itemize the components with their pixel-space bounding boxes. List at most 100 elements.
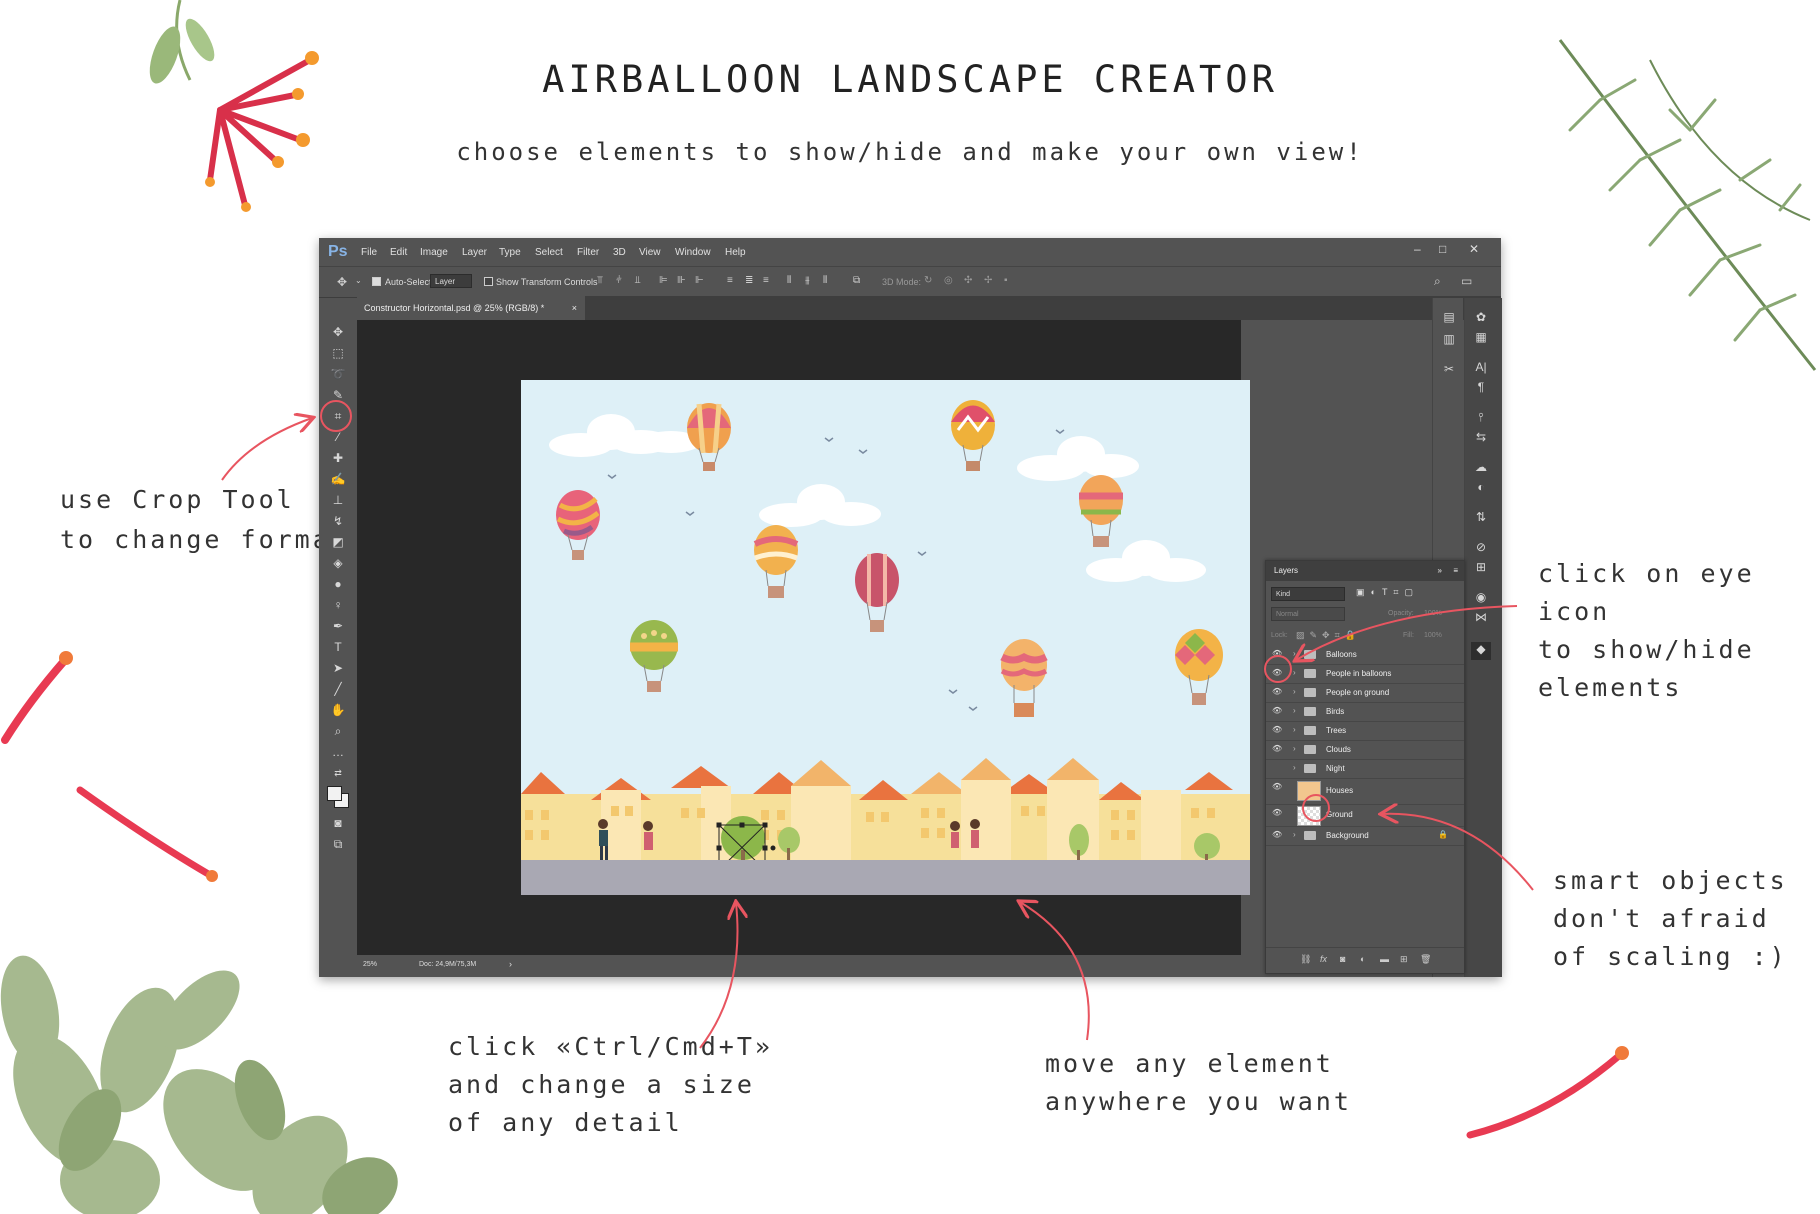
collapse-icon[interactable]: »	[1438, 561, 1442, 581]
menu-image[interactable]: Image	[420, 247, 448, 258]
menu-edit[interactable]: Edit	[390, 247, 407, 258]
chevron-right-icon[interactable]: ›	[1293, 744, 1296, 753]
line-tool-icon[interactable]: ╱	[328, 680, 348, 698]
layer-row[interactable]: 👁 › Clouds	[1266, 740, 1464, 760]
pen-tool-icon[interactable]: ✒	[328, 617, 348, 635]
menu-window[interactable]: Window	[675, 247, 711, 258]
lasso-tool-icon[interactable]: ➰	[328, 365, 348, 383]
paths-panel-icon[interactable]: ⊘	[1471, 540, 1491, 558]
minimize-icon[interactable]: –	[1414, 242, 1421, 256]
new-group-icon[interactable]: ▬	[1380, 954, 1389, 964]
path-select-tool-icon[interactable]: ➤	[328, 659, 348, 677]
adjustments-panel-icon[interactable]: ◐	[1471, 480, 1491, 498]
brush-tool-icon[interactable]: ✍	[328, 470, 348, 488]
layer-row[interactable]: 👁 › Balloons	[1266, 645, 1464, 665]
add-mask-icon[interactable]: ◙	[1340, 954, 1345, 964]
distribute-left-icon[interactable]: ⫴	[787, 275, 791, 286]
menu-layer[interactable]: Layer	[462, 247, 487, 258]
eye-icon[interactable]: 👁	[1272, 744, 1282, 753]
filter-kind-dropdown[interactable]: Kind	[1271, 587, 1345, 601]
blend-mode-dropdown[interactable]: Normal	[1271, 607, 1345, 621]
menu-view[interactable]: View	[639, 247, 661, 258]
maximize-icon[interactable]: □	[1439, 242, 1446, 256]
distribute-right-icon[interactable]: ⫴	[823, 275, 827, 286]
chevron-right-icon[interactable]: ›	[1293, 649, 1296, 658]
styles-panel-icon[interactable]: ◉	[1471, 590, 1491, 608]
swap-colors-icon[interactable]: ⇄	[328, 764, 348, 782]
3d-pan-icon[interactable]: ✣	[964, 275, 972, 286]
properties-panel-icon[interactable]: ▥	[1439, 332, 1459, 350]
distribute-bottom-icon[interactable]: ≡	[763, 275, 769, 286]
eye-icon[interactable]	[1272, 763, 1282, 773]
move-tool-icon[interactable]: ✥	[328, 323, 348, 341]
hand-tool-icon[interactable]: ✋	[328, 701, 348, 719]
type-tool-icon[interactable]: T	[328, 638, 348, 656]
eye-icon[interactable]: 👁	[1272, 808, 1282, 817]
auto-select-dropdown[interactable]: Layer	[430, 274, 472, 288]
menu-3d[interactable]: 3D	[613, 247, 626, 258]
layer-row[interactable]: 👁 › Background 🔒	[1266, 826, 1464, 846]
layer-row[interactable]: 👁 Ground	[1266, 804, 1464, 827]
distribute-middle-icon[interactable]: ≣	[745, 275, 753, 286]
lock-icons[interactable]: ▨✎✥⌗🔒	[1296, 630, 1361, 641]
chevron-right-icon[interactable]: ›	[1293, 687, 1296, 696]
screen-mode-icon[interactable]: ⧉	[328, 835, 348, 853]
foreground-color-swatch[interactable]	[327, 786, 342, 801]
eye-icon[interactable]: 👁	[1272, 830, 1282, 839]
menu-select[interactable]: Select	[535, 247, 563, 258]
trash-icon[interactable]: 🗑	[1420, 954, 1431, 965]
chevron-right-icon[interactable]: ›	[1293, 763, 1296, 772]
menu-help[interactable]: Help	[725, 247, 746, 258]
tab-close-icon[interactable]: ×	[572, 296, 577, 320]
info-panel-icon[interactable]: ⊞	[1471, 560, 1491, 578]
clone-stamp-tool-icon[interactable]: ⊥	[328, 491, 348, 509]
align-left-icon[interactable]: ⊫	[659, 275, 668, 286]
chevron-right-icon[interactable]: ›	[509, 959, 512, 969]
close-icon[interactable]: ✕	[1469, 242, 1479, 256]
adjustment-layer-icon[interactable]: ◐	[1360, 954, 1365, 964]
layer-row[interactable]: 👁 › Trees	[1266, 721, 1464, 741]
history-panel-icon[interactable]: ▤	[1439, 310, 1459, 328]
chevron-right-icon[interactable]: ›	[1293, 830, 1296, 839]
eye-icon[interactable]: 👁	[1272, 706, 1282, 715]
paint-bucket-tool-icon[interactable]: ◈	[328, 554, 348, 572]
chevron-right-icon[interactable]: ›	[1293, 668, 1296, 677]
layer-row[interactable]: 👁 › People in balloons	[1266, 664, 1464, 684]
move-tool-icon[interactable]: ✥	[337, 275, 347, 289]
layer-row[interactable]: 👁 Houses	[1266, 778, 1464, 805]
brush-settings-icon[interactable]: ⇆	[1471, 430, 1491, 448]
align-middle-icon[interactable]: ⫩	[616, 275, 622, 286]
search-icon[interactable]: ⌕	[1434, 274, 1441, 289]
distribute-top-icon[interactable]: ≡	[727, 275, 733, 286]
link-layers-icon[interactable]: ⛓	[1300, 954, 1311, 965]
more-tools-icon[interactable]: …	[328, 743, 348, 761]
layers-panel-title[interactable]: Layers	[1274, 566, 1298, 575]
eraser-tool-icon[interactable]: ◩	[328, 533, 348, 551]
healing-brush-tool-icon[interactable]: ✚	[328, 449, 348, 467]
align-bottom-icon[interactable]: ⫫	[635, 275, 641, 286]
filter-icons[interactable]: ▣◐T⌗▢	[1356, 587, 1419, 598]
character-panel-icon[interactable]: A|	[1471, 360, 1491, 378]
eye-icon[interactable]: 👁	[1272, 687, 1282, 696]
fx-icon[interactable]: fx	[1320, 954, 1327, 964]
chevron-down-icon[interactable]: ⌄	[355, 276, 362, 285]
layer-row[interactable]: › Night	[1266, 759, 1464, 779]
zoom-level[interactable]: 25%	[363, 961, 377, 968]
3d-roll-icon[interactable]: ◎	[944, 275, 953, 286]
brushes-panel-icon[interactable]: ⫯	[1471, 410, 1491, 428]
auto-align-icon[interactable]: ⧉	[853, 275, 860, 286]
menu-file[interactable]: File	[361, 247, 377, 258]
chevron-right-icon[interactable]: ›	[1293, 706, 1296, 715]
opacity-value[interactable]: 100%	[1424, 610, 1442, 617]
3d-orbit-icon[interactable]: ↻	[924, 275, 932, 286]
history-brush-tool-icon[interactable]: ↯	[328, 512, 348, 530]
dodge-tool-icon[interactable]: ♀	[328, 596, 348, 614]
auto-select-checkbox[interactable]	[372, 277, 381, 286]
transform-controls-checkbox[interactable]	[484, 277, 493, 286]
align-center-icon[interactable]: ⊪	[677, 275, 686, 286]
layer-row[interactable]: 👁 › Birds	[1266, 702, 1464, 722]
menu-filter[interactable]: Filter	[577, 247, 599, 258]
libraries-panel-icon[interactable]: ☁	[1471, 460, 1491, 478]
align-right-icon[interactable]: ⊩	[695, 275, 704, 286]
zoom-tool-icon[interactable]: ⌕	[328, 722, 348, 740]
